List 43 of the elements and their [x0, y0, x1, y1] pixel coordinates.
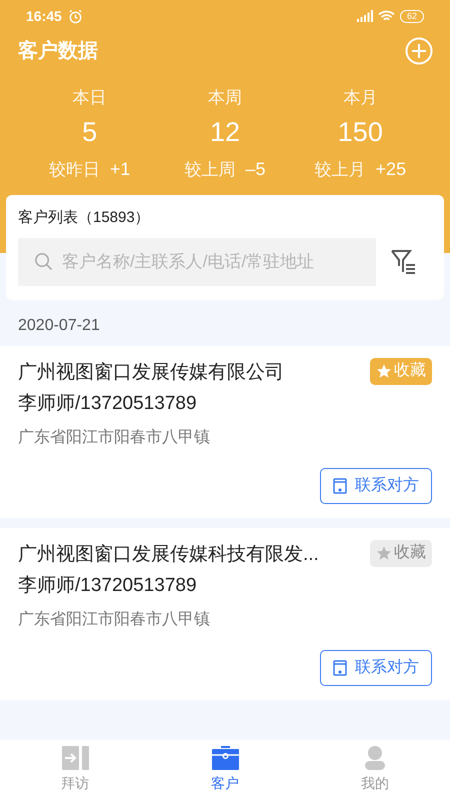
contact-button[interactable]: 联系对方 — [320, 650, 432, 686]
contact-info: 李师师/13720513789 — [18, 392, 198, 416]
list-title: 客户列表（15893） — [18, 208, 151, 228]
user-icon — [363, 746, 387, 770]
favorite-button[interactable]: 收藏 — [370, 358, 432, 384]
status-time: 16:45 — [26, 6, 62, 26]
wifi-icon — [378, 10, 395, 22]
stat-compare-label: 较上月 — [314, 158, 366, 181]
page-title: 客户数据 — [18, 38, 98, 64]
nav-tab[interactable]: 我的 — [300, 740, 450, 800]
battery-indicator: 62 — [400, 10, 424, 22]
search-field[interactable]: 客户名称/主联系人/电话/常驻地址 — [18, 238, 376, 286]
filter-icon[interactable] — [390, 248, 418, 274]
stat-compare-label: 较上周 — [184, 158, 236, 181]
alarm-icon — [68, 8, 83, 24]
nav-tab[interactable]: 拜访 — [0, 740, 150, 800]
company-name: 广州视图窗口发展传媒科技有限发... — [18, 542, 319, 566]
stat-change: +1 — [110, 158, 130, 181]
stat-label: 本月 — [343, 87, 378, 109]
nav-tab[interactable]: 客户 — [150, 740, 300, 800]
address-text: 广东省阳江市阳春市八甲镇 — [18, 610, 211, 630]
star-icon — [376, 363, 392, 379]
contact-button[interactable]: 联系对方 — [320, 468, 432, 504]
address-text: 广东省阳江市阳春市八甲镇 — [18, 428, 211, 448]
signal-icon — [356, 10, 373, 22]
star-icon — [376, 545, 392, 561]
stat-label: 本日 — [72, 87, 107, 109]
favorite-button[interactable]: 收藏 — [370, 540, 432, 566]
search-icon — [34, 252, 53, 270]
phone-icon — [333, 478, 347, 494]
stat-value: 5 — [82, 116, 98, 149]
stat-change: –5 — [245, 158, 266, 181]
company-name: 广州视图窗口发展传媒有限公司 — [18, 360, 284, 384]
stat-value: 12 — [210, 116, 240, 149]
stat-value: 150 — [338, 116, 383, 149]
stat-compare-label: 较昨日 — [48, 158, 100, 181]
exit-icon — [62, 746, 88, 770]
contact-info: 李师师/13720513789 — [18, 574, 198, 598]
phone-icon — [333, 660, 347, 676]
stat-change: +25 — [376, 158, 406, 181]
briefcase-icon — [212, 746, 238, 770]
date-header: 2020-07-21 — [17, 316, 101, 336]
stat-label: 本周 — [208, 87, 242, 109]
